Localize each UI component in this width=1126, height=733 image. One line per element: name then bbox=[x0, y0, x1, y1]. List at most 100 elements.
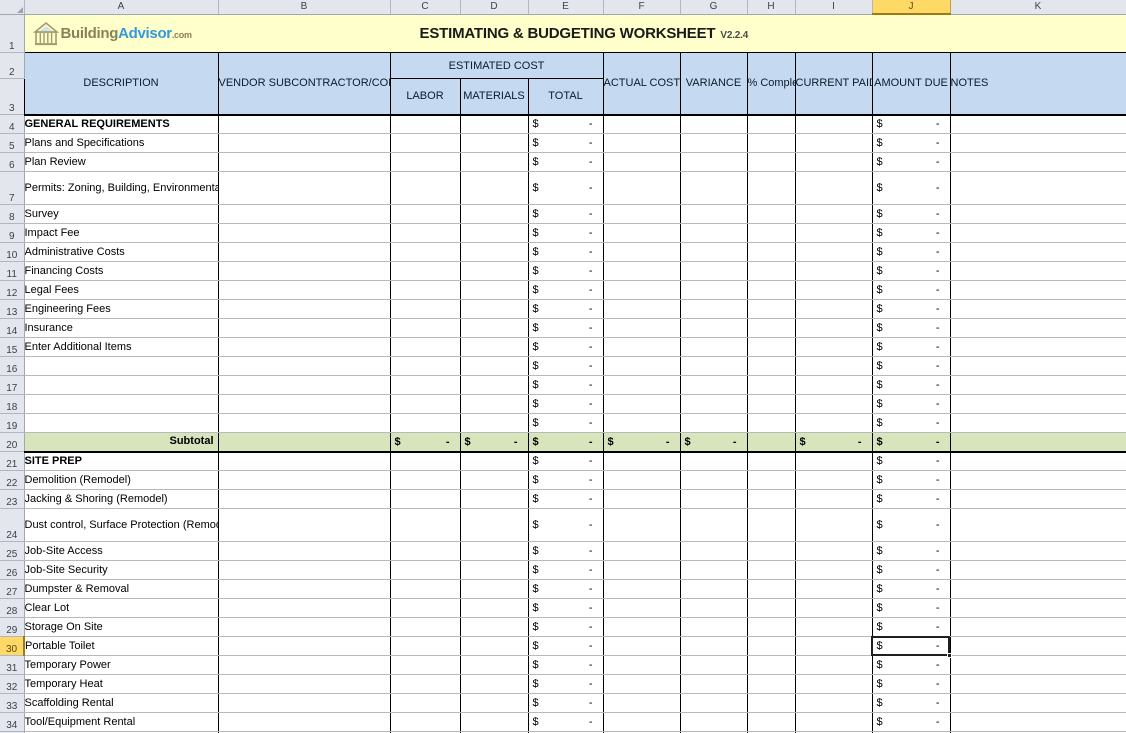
materials-cell[interactable] bbox=[460, 452, 528, 471]
vendor-cell[interactable] bbox=[218, 338, 390, 357]
variance-cell[interactable] bbox=[680, 224, 747, 243]
labor-cell[interactable] bbox=[390, 300, 460, 319]
description-cell[interactable] bbox=[24, 395, 218, 414]
notes-cell[interactable] bbox=[950, 542, 1126, 561]
notes-cell[interactable] bbox=[950, 319, 1126, 338]
materials-cell[interactable] bbox=[460, 414, 528, 433]
description-cell[interactable]: Job-Site Access bbox=[24, 542, 218, 561]
labor-cell[interactable] bbox=[390, 599, 460, 618]
actual-cost-cell[interactable] bbox=[603, 262, 680, 281]
notes-cell[interactable] bbox=[950, 637, 1126, 656]
description-cell[interactable]: Insurance bbox=[24, 319, 218, 338]
notes-cell[interactable] bbox=[950, 395, 1126, 414]
labor-cell[interactable] bbox=[390, 395, 460, 414]
amount-due-cell[interactable]: $- bbox=[872, 471, 950, 490]
notes-cell[interactable] bbox=[950, 694, 1126, 713]
estimated-total-cell[interactable]: $- bbox=[528, 542, 603, 561]
current-paid-cell[interactable] bbox=[795, 376, 872, 395]
variance-cell[interactable] bbox=[680, 637, 747, 656]
description-cell[interactable]: Demolition (Remodel) bbox=[24, 471, 218, 490]
estimated-total-cell[interactable]: $- bbox=[528, 490, 603, 509]
current-paid-cell[interactable] bbox=[795, 319, 872, 338]
row-header-14[interactable]: 14 bbox=[0, 319, 24, 338]
amount-due-cell[interactable]: $- bbox=[872, 414, 950, 433]
materials-cell[interactable] bbox=[460, 300, 528, 319]
amount-due-cell[interactable]: $- bbox=[872, 357, 950, 376]
notes-cell[interactable] bbox=[950, 300, 1126, 319]
percent-complete-cell[interactable] bbox=[747, 243, 795, 262]
variance-cell[interactable] bbox=[680, 281, 747, 300]
current-paid-cell[interactable] bbox=[795, 713, 872, 732]
current-paid-cell[interactable] bbox=[795, 172, 872, 205]
amount-due-cell[interactable]: $- bbox=[872, 656, 950, 675]
description-cell[interactable]: Plans and Specifications bbox=[24, 134, 218, 153]
vendor-cell[interactable] bbox=[218, 599, 390, 618]
row-header-13[interactable]: 13 bbox=[0, 300, 24, 319]
variance-cell[interactable] bbox=[680, 509, 747, 542]
section-label-cell[interactable]: SITE PREP bbox=[24, 452, 218, 471]
estimated-total-cell[interactable]: $- bbox=[528, 153, 603, 172]
percent-complete-cell[interactable] bbox=[747, 599, 795, 618]
materials-cell[interactable] bbox=[460, 471, 528, 490]
vendor-cell[interactable] bbox=[218, 281, 390, 300]
column-header-g[interactable]: G bbox=[680, 0, 747, 14]
description-cell[interactable]: Jacking & Shoring (Remodel) bbox=[24, 490, 218, 509]
percent-complete-cell[interactable] bbox=[747, 675, 795, 694]
materials-cell[interactable] bbox=[460, 656, 528, 675]
estimated-total-cell[interactable]: $- bbox=[528, 414, 603, 433]
materials-cell[interactable] bbox=[460, 675, 528, 694]
actual-cost-cell[interactable] bbox=[603, 509, 680, 542]
materials-cell[interactable] bbox=[460, 490, 528, 509]
amount-due-cell[interactable]: $- bbox=[872, 395, 950, 414]
materials-cell[interactable] bbox=[460, 153, 528, 172]
row-header-5[interactable]: 5 bbox=[0, 134, 24, 153]
notes-cell[interactable] bbox=[950, 376, 1126, 395]
amount-due-cell[interactable]: $- bbox=[872, 205, 950, 224]
materials-cell[interactable] bbox=[460, 542, 528, 561]
description-cell[interactable]: Scaffolding Rental bbox=[24, 694, 218, 713]
current-paid-cell[interactable] bbox=[795, 414, 872, 433]
variance-cell[interactable] bbox=[680, 414, 747, 433]
vendor-cell[interactable] bbox=[218, 618, 390, 637]
variance-cell[interactable] bbox=[680, 656, 747, 675]
row-header-4[interactable]: 4 bbox=[0, 115, 24, 134]
percent-complete-cell[interactable] bbox=[747, 618, 795, 637]
amount-due-cell[interactable]: $- bbox=[872, 561, 950, 580]
notes-cell[interactable] bbox=[950, 338, 1126, 357]
column-header-c[interactable]: C bbox=[390, 0, 460, 14]
notes-cell[interactable] bbox=[950, 433, 1126, 452]
row-header-25[interactable]: 25 bbox=[0, 542, 24, 561]
select-all-corner[interactable] bbox=[0, 0, 24, 14]
estimated-total-cell[interactable]: $- bbox=[528, 471, 603, 490]
actual-cost-cell[interactable] bbox=[603, 376, 680, 395]
vendor-cell[interactable] bbox=[218, 509, 390, 542]
labor-cell[interactable] bbox=[390, 618, 460, 637]
notes-cell[interactable] bbox=[950, 561, 1126, 580]
row-header-24[interactable]: 24 bbox=[0, 509, 24, 542]
percent-complete-cell[interactable] bbox=[747, 656, 795, 675]
estimated-total-cell[interactable]: $- bbox=[528, 134, 603, 153]
variance-cell[interactable] bbox=[680, 115, 747, 134]
description-cell[interactable]: Survey bbox=[24, 205, 218, 224]
current-paid-cell[interactable] bbox=[795, 637, 872, 656]
vendor-cell[interactable] bbox=[218, 414, 390, 433]
amount-due-cell[interactable]: $- bbox=[872, 262, 950, 281]
materials-cell[interactable] bbox=[460, 115, 528, 134]
percent-complete-cell[interactable] bbox=[747, 395, 795, 414]
labor-cell[interactable] bbox=[390, 580, 460, 599]
amount-due-cell[interactable]: $- bbox=[872, 224, 950, 243]
notes-cell[interactable] bbox=[950, 509, 1126, 542]
estimated-total-cell[interactable]: $- bbox=[528, 281, 603, 300]
current-paid-cell[interactable] bbox=[795, 357, 872, 376]
estimated-total-cell[interactable]: $- bbox=[528, 395, 603, 414]
estimated-total-cell[interactable]: $- bbox=[528, 675, 603, 694]
amount-due-cell[interactable]: $- bbox=[872, 319, 950, 338]
column-header-b[interactable]: B bbox=[218, 0, 390, 14]
materials-cell[interactable] bbox=[460, 134, 528, 153]
amount-due-cell[interactable]: $- bbox=[872, 675, 950, 694]
labor-cell[interactable] bbox=[390, 490, 460, 509]
materials-cell[interactable] bbox=[460, 376, 528, 395]
amount-due-cell[interactable]: $- bbox=[872, 153, 950, 172]
amount-due-cell[interactable]: $- bbox=[872, 433, 950, 452]
row-header-33[interactable]: 33 bbox=[0, 694, 24, 713]
